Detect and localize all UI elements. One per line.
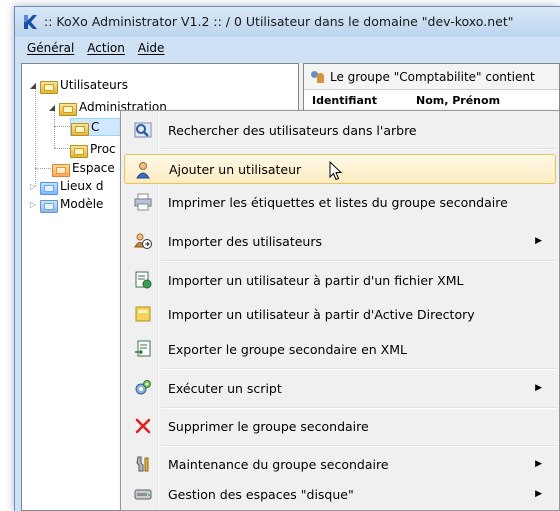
tree-node-lieux[interactable]: ▷ Lieux d (28, 177, 104, 195)
template-icon (40, 198, 58, 213)
submenu-arrow-icon: ▶ (535, 489, 542, 499)
folder-icon (70, 143, 88, 158)
menu-item-label: Supprimer le groupe secondaire (168, 418, 369, 434)
menu-item-label: Imprimer les étiquettes et listes du gro… (168, 194, 508, 210)
menu-item-label: Maintenance du groupe secondaire (168, 456, 389, 472)
window-title: :: KoXo Administrator V1.2 :: / 0 Utilis… (44, 14, 514, 29)
column-header-nom[interactable]: Nom, Prénom (416, 94, 500, 107)
collapse-arrow-icon[interactable]: ▷ (28, 199, 38, 209)
menu-aide[interactable]: Aide (132, 39, 172, 59)
disk-group-icon (52, 162, 70, 177)
menu-item-delete-group[interactable]: Supprimer le groupe secondaire (124, 411, 556, 441)
menu-item-print-labels[interactable]: Imprimer les étiquettes et listes du gro… (124, 187, 556, 217)
print-icon (134, 193, 152, 211)
tree-node-label: C (91, 120, 100, 134)
tree-node-label: Proc (90, 142, 116, 156)
menu-item-label: Ajouter un utilisateur (169, 161, 302, 177)
submenu-arrow-icon: ▶ (535, 459, 542, 469)
menu-item-label: Importer des utilisateurs (168, 233, 322, 249)
submenu-arrow-icon: ▶ (535, 383, 542, 393)
menu-bar: Général Action Aide (21, 39, 560, 59)
add-user-icon (135, 161, 153, 179)
tree-node-proc[interactable]: Proc (70, 140, 116, 158)
tree-node-label: Utilisateurs (60, 78, 128, 92)
tree-node-label: Lieux d (60, 179, 104, 193)
tree-node-utilisateurs[interactable]: ◢ Utilisateurs (28, 76, 128, 94)
menu-item-label: Exécuter un script (168, 380, 282, 396)
menu-item-maintenance[interactable]: Maintenance du groupe secondaire ▶ (124, 449, 556, 479)
koxo-logo-icon (24, 15, 37, 29)
group-icon (310, 70, 326, 84)
menu-separator (161, 368, 556, 370)
tree-node-label: Espace (72, 161, 115, 175)
menu-separator (161, 260, 556, 262)
menu-separator (161, 148, 556, 150)
expand-arrow-icon[interactable]: ◢ (28, 80, 38, 90)
menu-item-run-script[interactable]: Exécuter un script ▶ (124, 373, 556, 403)
import-xml-icon (134, 271, 152, 289)
menu-separator (161, 407, 556, 409)
menu-item-label: Exporter le groupe secondaire en XML (168, 341, 407, 357)
menu-item-disk-spaces[interactable]: Gestion des espaces "disque" ▶ (124, 479, 556, 509)
menu-item-label: Gestion des espaces "disque" (168, 486, 354, 502)
menu-item-label: Importer un utilisateur à partir d'Activ… (168, 306, 475, 322)
column-header-identifiant[interactable]: Identifiant (312, 94, 377, 107)
places-icon (40, 180, 58, 195)
disk-icon (134, 485, 152, 503)
delete-icon (134, 417, 152, 435)
import-users-icon (134, 232, 152, 250)
menu-separator (161, 445, 556, 447)
tree-node-label: Modèle (60, 197, 104, 211)
menu-item-label: Rechercher des utilisateurs dans l'arbre (168, 122, 417, 138)
search-tree-icon (134, 121, 152, 139)
folder-icon (71, 121, 89, 136)
column-headers: Identifiant Nom, Prénom (304, 94, 559, 110)
group-header-text: Le groupe "Comptabilite" contient (330, 69, 535, 84)
menu-item-import-xml[interactable]: Importer un utilisateur à partir d'un fi… (124, 265, 556, 295)
tree-node-modele[interactable]: ▷ Modèle (28, 195, 103, 213)
menu-action[interactable]: Action (81, 39, 132, 59)
menu-item-label: Importer un utilisateur à partir d'un fi… (168, 272, 464, 288)
menu-general[interactable]: Général (21, 39, 81, 59)
collapse-arrow-icon[interactable]: ▷ (28, 181, 38, 191)
folder-icon (59, 101, 77, 116)
menu-item-search-users[interactable]: Rechercher des utilisateurs dans l'arbre (124, 115, 556, 145)
maintenance-icon (134, 455, 152, 473)
script-icon (134, 379, 152, 397)
export-xml-icon (134, 340, 152, 358)
mouse-cursor-icon (329, 161, 343, 181)
import-ad-icon (134, 305, 152, 323)
group-header: Le groupe "Comptabilite" contient (304, 64, 559, 90)
menu-item-import-ad[interactable]: Importer un utilisateur à partir d'Activ… (124, 299, 556, 329)
expand-arrow-icon[interactable]: ◢ (47, 102, 57, 112)
menu-item-export-xml[interactable]: Exporter le groupe secondaire en XML (124, 334, 556, 364)
title-bar[interactable]: :: KoXo Administrator V1.2 :: / 0 Utilis… (15, 7, 560, 37)
tree-node-espace[interactable]: Espace (52, 159, 115, 177)
submenu-arrow-icon: ▶ (535, 236, 542, 246)
menu-item-import-users[interactable]: Importer des utilisateurs ▶ (124, 226, 556, 256)
folder-icon (40, 79, 58, 94)
